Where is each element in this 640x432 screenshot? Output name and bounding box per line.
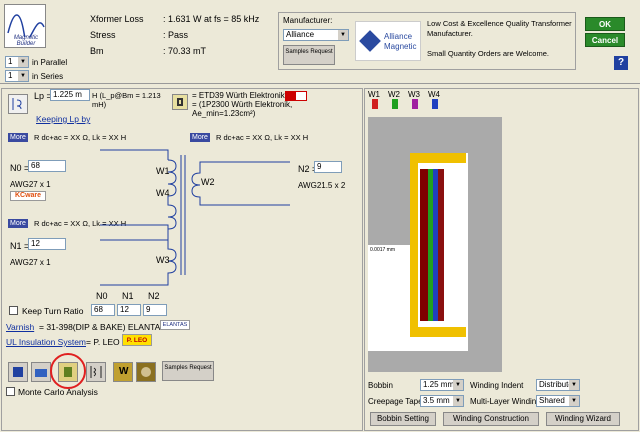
alliance-diamond-icon [359,30,381,52]
logo-text: Magnetic Builder [13,35,39,47]
tab-w1[interactable]: W1 [368,90,380,109]
wire-icon[interactable]: W [113,362,133,382]
core-icon [172,94,188,110]
chevron-down-icon: ▼ [453,396,463,406]
samples-request-button[interactable]: Samples Request [283,45,335,65]
keep-ratio-checkbox[interactable] [9,306,18,315]
awg-1: AWG27 x 1 [10,258,51,267]
bobbin-top [410,153,466,163]
samples-request-button-2[interactable]: Samples Request [162,361,214,381]
magnetic-builder-logo: Magnetic Builder [4,4,46,48]
manufacturer-label: Manufacturer: [283,16,333,25]
xformer-loss-value: : 1.631 W at fs = 85 kHz [163,14,260,24]
varnish-link[interactable]: Varnish [6,322,34,332]
more-button-1[interactable]: More [8,133,28,142]
winding-construction-button[interactable]: Winding Construction [443,412,539,426]
open-folder-icon[interactable] [31,362,51,382]
tape-icon[interactable] [136,362,156,382]
tab-w4[interactable]: W4 [428,90,440,109]
bm-label: Bm [90,46,104,56]
elantas-logo: ELANTAS [160,320,190,330]
stress-value: : Pass [163,30,189,40]
core-line3: Ae_min=1.23cm²) [192,109,256,118]
more-button-3[interactable]: More [8,219,28,228]
w1-label: W1 [156,166,170,176]
n2-header: N2 [148,291,160,301]
n0-label: N0 = [10,163,30,173]
w4-label: W4 [156,188,170,198]
lp-suffix: H (L_p@Bm = 1.213 mH) [92,91,161,109]
series-select[interactable]: 1 ▼ [5,70,29,82]
keep-ratio-label: Keep Turn Ratio [22,306,84,316]
awg-0: AWG27 x 1 [10,180,51,189]
top-panel: Magnetic Builder 1 ▼ in Parallel 1 ▼ in Se… [0,0,640,84]
transformer-schematic [100,149,290,286]
monte-carlo-label: Monte Carlo Analysis [18,387,98,397]
keeping-lp-link[interactable]: Keeping Lp by [36,114,90,124]
brand-description-2: Small Quantity Orders are Welcome. [427,49,549,58]
alliance-logo: Alliance Magnetic [355,21,421,61]
chevron-down-icon: ▼ [18,71,28,81]
winding-cross-section: 0.0017 mm [368,117,502,372]
core-line1: = ETD39 Würth Elektronik [192,91,285,100]
pleo-logo: P. LEO [122,334,152,346]
n0-header: N0 [96,291,108,301]
brand-description: Low Cost & Excellence Quality Transforme… [427,19,572,38]
core-line2: = (1P2300 Würth Elektronik, [192,100,293,109]
n1-label: N1 = [10,241,30,251]
winding-indent-label: Winding Indent [470,381,524,390]
layer-w3 [438,169,444,321]
save-icon[interactable] [8,362,28,382]
dimension-label: 0.0017 mm [370,247,396,253]
schematic-icon[interactable] [86,362,106,382]
winding-indent-select[interactable]: Distribute ▼ [536,379,580,391]
winding-wizard-button[interactable]: Winding Wizard [546,412,620,426]
lp-input[interactable]: 1.225 m [50,89,90,101]
inductor-icon [8,94,28,114]
layer-w1 [420,169,428,321]
logo-wave-icon [7,14,45,37]
w2-label: W2 [201,177,215,187]
kcware-logo: KCware [10,191,46,201]
bobbin-wall [410,163,418,327]
xformer-loss-label: Xformer Loss [90,14,144,24]
series-label: in Series [32,72,64,81]
cancel-button[interactable]: Cancel [585,33,625,47]
stress-label: Stress [90,30,116,40]
highlight-circle [50,353,86,389]
ratio-n0-input[interactable]: 68 [91,304,115,316]
manufacturer-select[interactable]: Alliance ▼ [283,29,349,41]
w3-label: W3 [156,255,170,265]
chevron-down-icon: ▼ [453,380,463,390]
insulation-link[interactable]: UL Insulation System [6,337,86,347]
monte-carlo-checkbox[interactable] [6,387,15,396]
chevron-down-icon: ▼ [338,30,348,40]
varnish-value: = 31-398(DIP & BAKE) ELANTAS [39,322,167,332]
ok-button[interactable]: OK [585,17,625,31]
help-button[interactable]: ? [614,56,628,70]
parallel-label: in Parallel [32,58,68,67]
insulation-value: = P. LEO [86,337,120,347]
multilayer-label: Multi-Layer Winding [470,397,541,406]
multilayer-select[interactable]: Shared ▼ [536,395,580,407]
bobbin-setting-button[interactable]: Bobbin Setting [370,412,436,426]
creepage-select[interactable]: 3.5 mm ▼ [420,395,464,407]
chevron-down-icon: ▼ [569,396,579,406]
chevron-down-icon: ▼ [569,380,579,390]
n1-header: N1 [122,291,134,301]
parallel-select[interactable]: 1 ▼ [5,56,29,68]
bm-value: : 70.33 mT [163,46,207,56]
tab-w2[interactable]: W2 [388,90,400,109]
chevron-down-icon: ▼ [18,57,28,67]
ratio-n1-input[interactable]: 12 [117,304,141,316]
ratio-n2-input[interactable]: 9 [143,304,167,316]
creepage-label: Creepage Tape [368,397,423,406]
manufacturer-panel: Manufacturer: Alliance ▼ Samples Request … [278,12,576,70]
bobbin-select[interactable]: 1.25 mm ▼ [420,379,464,391]
tab-w3[interactable]: W3 [408,90,420,109]
bobbin-bottom [410,327,466,337]
bobbin-label: Bobbin [368,381,393,390]
